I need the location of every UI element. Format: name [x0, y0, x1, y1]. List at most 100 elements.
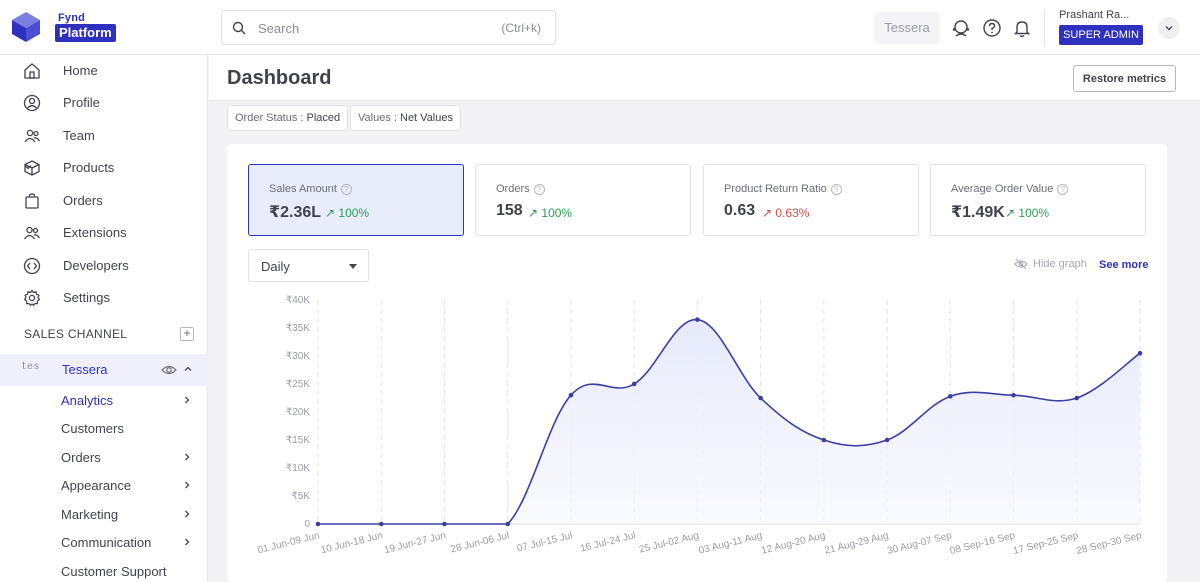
chevron-right-icon [185, 510, 190, 518]
help-icon[interactable]: ? [830, 183, 842, 195]
metric-sales-amount[interactable]: Sales Amount? ₹2.36L ↗ 100% [248, 164, 464, 236]
metric-average-order-value[interactable]: Average Order Value? ₹1.49K ↗ 100% [930, 164, 1146, 236]
data-point[interactable] [1074, 395, 1080, 401]
data-point[interactable] [758, 395, 763, 401]
chevron-down-icon [1165, 26, 1173, 31]
data-point[interactable] [505, 521, 510, 527]
filter-value: Net Values [400, 112, 453, 124]
sidebar: Home Profile Team Products Orders Extens… [0, 55, 208, 582]
x-tick-label: 19 Jun-27 Jun [383, 530, 447, 556]
metric-label-text: Average Order Value [951, 183, 1054, 195]
data-point[interactable] [1011, 392, 1016, 398]
add-channel-button[interactable]: + [180, 327, 194, 341]
sidebar-sub-analytics[interactable]: Analytics [0, 387, 208, 415]
sidebar-item-developers[interactable]: Developers [0, 250, 208, 282]
x-tick-label: 21 Aug-29 Aug [823, 530, 889, 557]
help-icon[interactable]: ? [1057, 183, 1069, 195]
channel-label: Tessera [62, 362, 108, 377]
x-tick-label: 12 Aug-20 Aug [760, 530, 826, 557]
granularity-select[interactable]: Daily [248, 249, 369, 282]
sidebar-sub-customers[interactable]: Customers [0, 415, 208, 443]
help-icon[interactable]: ? [340, 183, 352, 195]
x-tick-label: 28 Sep-30 Sep [1075, 530, 1143, 557]
sidebar-sub-appearance[interactable]: Appearance [0, 472, 208, 500]
data-point[interactable] [631, 381, 637, 387]
search-box[interactable]: (Ctrl+k) [221, 10, 556, 45]
arrow-up-right-icon: ↗ [325, 206, 336, 220]
context-chip[interactable]: Tessera [874, 12, 940, 44]
sidebar-item-extensions[interactable]: Extensions [0, 217, 208, 249]
sidebar-item-settings[interactable]: Settings [0, 282, 208, 314]
hide-graph-toggle[interactable]: Hide graph [1014, 258, 1087, 270]
filter-values[interactable]: Values : Net Values [350, 105, 461, 131]
sidebar-sub-label: Communication [61, 535, 152, 550]
chevron-down-icon[interactable] [23, 162, 33, 172]
data-point[interactable] [948, 394, 953, 399]
team-icon [24, 129, 41, 143]
filter-bar: Order Status : Placed Values : Net Value… [209, 102, 1200, 144]
chevron-right-icon [185, 481, 190, 489]
see-more-link[interactable]: See more [1099, 259, 1149, 271]
y-tick-label: ₹15K [286, 435, 310, 446]
data-point[interactable] [695, 317, 700, 322]
user-name[interactable]: Prashant Ra... [1059, 9, 1129, 21]
chevron-up-icon[interactable] [183, 364, 193, 374]
sidebar-item-orders[interactable]: Orders [0, 185, 208, 217]
sidebar-item-label: Developers [63, 258, 129, 273]
search-shortcut: (Ctrl+k) [501, 21, 541, 35]
sidebar-channel-tessera[interactable]: tes Tessera [0, 354, 208, 386]
bell-icon[interactable] [1011, 17, 1033, 39]
sidebar-sub-label: Appearance [61, 478, 132, 493]
x-tick-label: 03 Aug-11 Aug [698, 530, 764, 556]
metric-label-text: Orders [496, 183, 530, 195]
sidebar-sub-label: Orders [61, 450, 101, 465]
data-point[interactable] [884, 437, 890, 443]
x-tick-label: 17 Sep-25 Sep [1012, 530, 1080, 557]
metric-orders[interactable]: Orders? 158 ↗ 100% [475, 164, 691, 236]
support-icon[interactable] [950, 17, 972, 39]
metric-product-return-ratio[interactable]: Product Return Ratio? 0.63 ↗ 0.63% [703, 164, 919, 236]
sidebar-sub-customer-support[interactable]: Customer Support [0, 558, 208, 582]
data-point[interactable] [378, 521, 384, 527]
sidebar-item-team[interactable]: Team [0, 120, 208, 152]
section-label: SALES CHANNEL [24, 327, 128, 341]
data-point[interactable] [568, 392, 574, 398]
x-tick-label: 16 Jul-24 Jul [579, 530, 637, 554]
brand-logo[interactable]: Fynd Platform [10, 10, 130, 44]
y-tick-label: 0 [304, 519, 310, 530]
data-point[interactable] [821, 437, 827, 443]
x-tick-label: 10 Jun-18 Jun [320, 530, 384, 556]
eye-icon[interactable] [161, 363, 177, 377]
filter-order-status[interactable]: Order Status : Placed [227, 105, 349, 131]
sidebar-item-products[interactable]: Products [0, 152, 208, 184]
data-point[interactable] [315, 521, 321, 527]
restore-metrics-button[interactable]: Restore metrics [1073, 65, 1176, 92]
data-point[interactable] [1137, 350, 1143, 356]
sidebar-sub-marketing[interactable]: Marketing [0, 501, 208, 529]
metric-label-text: Product Return Ratio [724, 183, 827, 195]
analytics-card: Sales Amount? ₹2.36L ↗ 100% Orders? 158 … [227, 144, 1167, 582]
eye-off-icon [1014, 258, 1028, 270]
sidebar-item-home[interactable]: Home [0, 55, 208, 87]
user-menu-toggle[interactable] [1158, 17, 1180, 39]
sidebar-item-label: Home [63, 63, 98, 78]
x-tick-label: 01 Jun-09 Jun [257, 530, 321, 556]
data-point[interactable] [442, 521, 447, 527]
y-tick-label: ₹35K [286, 323, 310, 334]
metric-label: Sales Amount? [269, 183, 352, 195]
sidebar-sub-communication[interactable]: Communication [0, 529, 208, 557]
metric-label: Average Order Value? [951, 183, 1069, 195]
arrow-up-right-icon: ↗ [762, 206, 773, 220]
search-input[interactable] [258, 18, 478, 38]
sidebar-item-profile[interactable]: Profile [0, 87, 208, 119]
user-icon [23, 94, 41, 112]
sidebar-sub-orders[interactable]: Orders [0, 444, 208, 472]
sidebar-item-label: Extensions [63, 225, 127, 240]
help-icon[interactable]: ? [533, 183, 545, 195]
help-icon[interactable] [981, 17, 1003, 39]
x-tick-label: 25 Jul-02 Aug [638, 530, 700, 555]
metric-value: 158 [496, 202, 523, 219]
y-tick-label: ₹25K [286, 379, 310, 390]
top-bar: Fynd Platform (Ctrl+k) Tessera Prashant … [0, 0, 1200, 55]
fynd-logo-icon [12, 12, 40, 42]
